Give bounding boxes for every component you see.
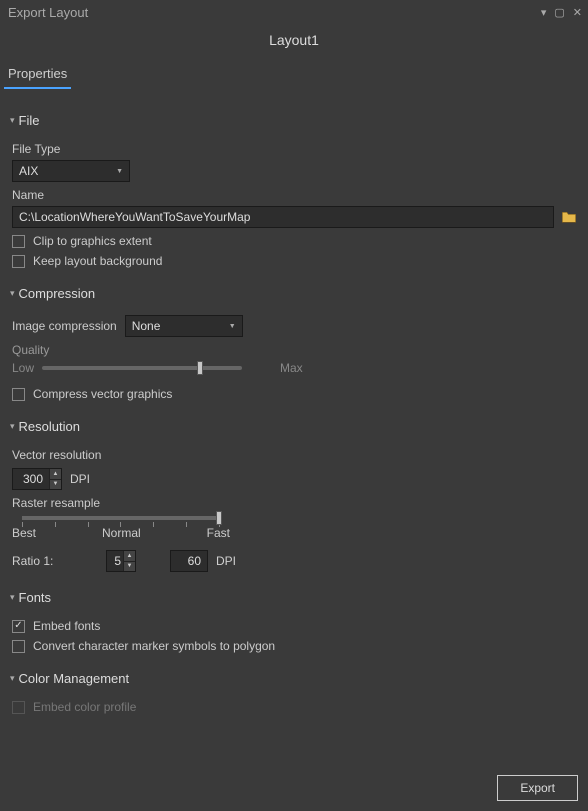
dropdown-icon[interactable]: ▾ bbox=[541, 6, 547, 19]
compress-vector-label: Compress vector graphics bbox=[33, 387, 172, 401]
ratio-result bbox=[170, 550, 208, 572]
convert-symbols-label: Convert character marker symbols to poly… bbox=[33, 639, 275, 653]
slider-thumb[interactable] bbox=[216, 511, 222, 525]
tabstrip: Properties bbox=[0, 62, 588, 89]
chevron-down-icon: ▼ bbox=[229, 323, 236, 330]
dpi-label-2: DPI bbox=[216, 554, 236, 568]
chevron-down-icon: ▾ bbox=[10, 115, 15, 126]
tab-properties[interactable]: Properties bbox=[4, 62, 71, 89]
embed-color-profile-label: Embed color profile bbox=[33, 700, 136, 714]
section-color-title: Color Management bbox=[19, 671, 130, 686]
section-color-header[interactable]: ▾ Color Management bbox=[10, 671, 578, 686]
window-controls: ▾ ▢ ✕ bbox=[541, 6, 582, 19]
quality-low-label: Low bbox=[12, 361, 34, 375]
section-compression-title: Compression bbox=[19, 286, 96, 301]
section-file-header[interactable]: ▾ File bbox=[10, 113, 578, 128]
chevron-down-icon: ▾ bbox=[10, 673, 15, 684]
window-title: Export Layout bbox=[8, 5, 88, 20]
name-input[interactable] bbox=[12, 206, 554, 228]
file-type-select[interactable]: AIX ▼ bbox=[12, 160, 130, 182]
chevron-down-icon: ▾ bbox=[10, 288, 15, 299]
resample-normal-label: Normal bbox=[102, 526, 141, 540]
restore-icon[interactable]: ▢ bbox=[554, 6, 564, 19]
name-label: Name bbox=[12, 188, 578, 202]
section-resolution-title: Resolution bbox=[19, 419, 80, 434]
resample-fast-label: Fast bbox=[207, 526, 230, 540]
keep-bg-checkbox[interactable] bbox=[12, 255, 25, 268]
titlebar: Export Layout ▾ ▢ ✕ bbox=[0, 0, 588, 22]
file-type-label: File Type bbox=[12, 142, 578, 156]
section-resolution-header[interactable]: ▾ Resolution bbox=[10, 419, 578, 434]
browse-folder-button[interactable] bbox=[560, 209, 578, 225]
image-compression-label: Image compression bbox=[12, 319, 117, 333]
dpi-label: DPI bbox=[70, 472, 90, 486]
ratio-label: Ratio 1: bbox=[12, 554, 98, 568]
quality-label: Quality bbox=[12, 343, 578, 357]
slider-thumb[interactable] bbox=[197, 361, 203, 375]
keep-bg-label: Keep layout background bbox=[33, 254, 162, 268]
image-compression-select[interactable]: None ▼ bbox=[125, 315, 243, 337]
export-button[interactable]: Export bbox=[497, 775, 578, 801]
section-compression-header[interactable]: ▾ Compression bbox=[10, 286, 578, 301]
quality-max-label: Max bbox=[280, 361, 303, 375]
resample-slider[interactable] bbox=[22, 516, 220, 520]
compress-vector-checkbox[interactable] bbox=[12, 388, 25, 401]
chevron-down-icon: ▼ bbox=[116, 168, 123, 175]
chevron-down-icon: ▾ bbox=[10, 421, 15, 432]
image-compression-value: None bbox=[132, 319, 161, 333]
vector-resolution-label: Vector resolution bbox=[12, 448, 578, 462]
embed-color-profile-checkbox[interactable] bbox=[12, 701, 25, 714]
embed-fonts-checkbox[interactable] bbox=[12, 620, 25, 633]
ratio-stepper[interactable]: ▲▼ bbox=[123, 551, 135, 571]
close-icon[interactable]: ✕ bbox=[573, 6, 582, 19]
clip-checkbox[interactable] bbox=[12, 235, 25, 248]
clip-label: Clip to graphics extent bbox=[33, 234, 152, 248]
vector-resolution-stepper[interactable]: ▲▼ bbox=[49, 469, 61, 489]
section-fonts-title: Fonts bbox=[19, 590, 52, 605]
raster-resample-label: Raster resample bbox=[12, 496, 578, 510]
file-type-value: AIX bbox=[19, 164, 38, 178]
layout-name: Layout1 bbox=[0, 22, 588, 62]
chevron-down-icon: ▾ bbox=[10, 592, 15, 603]
section-file-title: File bbox=[19, 113, 40, 128]
resample-best-label: Best bbox=[12, 526, 36, 540]
quality-slider[interactable] bbox=[42, 366, 242, 370]
convert-symbols-checkbox[interactable] bbox=[12, 640, 25, 653]
section-fonts-header[interactable]: ▾ Fonts bbox=[10, 590, 578, 605]
embed-fonts-label: Embed fonts bbox=[33, 619, 100, 633]
